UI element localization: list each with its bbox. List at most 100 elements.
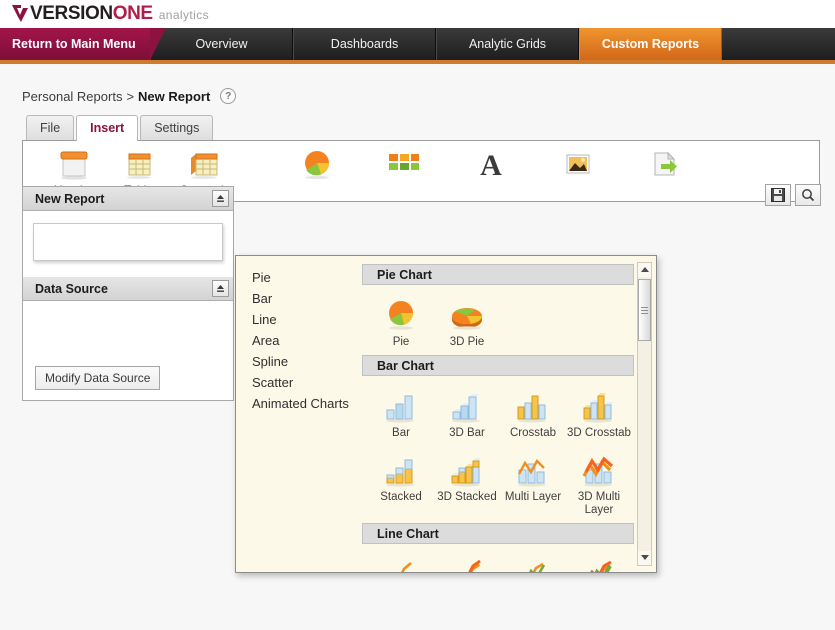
line3d-icon	[448, 554, 486, 572]
chart-option-label: 3D Bar	[449, 427, 485, 439]
line-icon	[382, 554, 420, 572]
collapse-report-button[interactable]	[212, 190, 229, 207]
chart-option-label: Bar	[392, 427, 410, 439]
tab-label: Settings	[154, 121, 200, 135]
chart-category-line[interactable]: Line	[236, 309, 354, 330]
chart-row: Bar 3D Bar Crosstab 3D Crosstab	[362, 382, 634, 446]
modify-data-source-button[interactable]: Modify Data Source	[35, 366, 161, 390]
chart-category-bar[interactable]: Bar	[236, 288, 354, 309]
chart-row: Line 3D Line	[362, 550, 634, 572]
chart-option-line-crosstab[interactable]: Crosstab	[500, 554, 566, 572]
nav-return-to-main-menu[interactable]: Return to Main Menu	[0, 28, 150, 60]
tab-settings[interactable]: Settings	[140, 115, 214, 140]
header-icon	[54, 147, 94, 181]
chart-option-label: 3D Multi Layer	[577, 491, 621, 516]
chart-gallery-scrollbar[interactable]	[637, 262, 652, 566]
report-name-input[interactable]	[33, 223, 223, 261]
nav-item-label: Custom Reports	[601, 37, 700, 51]
crosstab-icon	[182, 147, 226, 181]
chart-option-3d-line-crosstab[interactable]: 3D	[566, 554, 632, 572]
chart-category-list: Pie Bar Line Area Spline Scatter Animate…	[236, 256, 354, 572]
tiles-icon	[385, 147, 423, 181]
svg-text:A: A	[480, 149, 502, 180]
versionone-mark-icon	[12, 5, 28, 22]
chart-option-3d-pie[interactable]: 3D Pie	[434, 295, 500, 349]
breadcrumb: Personal Reports > New Report ?	[22, 88, 835, 104]
nav-item-analytic-grids[interactable]: Analytic Grids	[436, 28, 579, 60]
toolbar-item-chart[interactable]	[284, 147, 349, 183]
nav-item-overview[interactable]: Overview	[150, 28, 293, 60]
toolbar-item-text[interactable]: A	[458, 147, 523, 183]
section-title: Bar Chart	[377, 358, 434, 373]
logo-one-text: ONE	[112, 3, 153, 24]
chart-category-spline[interactable]: Spline	[236, 351, 354, 372]
save-button[interactable]	[765, 184, 791, 206]
collapse-data-source-button[interactable]	[212, 280, 229, 297]
chart-type-dropdown: Pie Bar Line Area Spline Scatter Animate…	[235, 255, 657, 573]
chart-option-pie[interactable]: Pie	[368, 295, 434, 349]
chart-option-bar[interactable]: Bar	[368, 386, 434, 440]
main-navigation: Return to Main Menu Overview Dashboards …	[0, 28, 835, 64]
chart-option-label: Crosstab	[509, 427, 557, 439]
chart-option-3d-line[interactable]: 3D Line	[434, 554, 500, 572]
section-header-bar-chart: Bar Chart	[362, 355, 634, 376]
breadcrumb-separator: >	[126, 88, 135, 104]
nav-item-label: Analytic Grids	[468, 37, 547, 51]
line3d-crosstab-icon	[580, 554, 618, 572]
chart-option-stacked[interactable]: Stacked	[368, 450, 434, 517]
breadcrumb-current: New Report	[138, 88, 211, 104]
chart-option-bar-crosstab[interactable]: Crosstab	[500, 386, 566, 440]
panel-title: Data Source	[35, 281, 108, 296]
nav-item-dashboards[interactable]: Dashboards	[293, 28, 436, 60]
chart-option-3d-multi-layer[interactable]: 3D Multi Layer	[566, 450, 632, 517]
tab-insert[interactable]: Insert	[76, 115, 139, 141]
save-icon	[771, 188, 785, 202]
scroll-down-button[interactable]	[638, 551, 651, 565]
breadcrumb-personal-reports[interactable]: Personal Reports	[22, 89, 122, 104]
multilayer3d-icon	[580, 450, 618, 488]
bar3d-crosstab-icon	[580, 386, 618, 424]
chart-category-animated-charts[interactable]: Animated Charts	[236, 393, 354, 414]
chart-category-pie[interactable]: Pie	[236, 267, 354, 288]
chart-option-multi-layer[interactable]: Multi Layer	[500, 450, 566, 517]
chart-option-line[interactable]: Line	[368, 554, 434, 572]
section-header-line-chart: Line Chart	[362, 523, 634, 544]
scrollbar-track[interactable]	[638, 277, 651, 551]
help-icon[interactable]: ?	[220, 88, 237, 104]
collapse-up-icon	[217, 285, 224, 292]
chevron-down-icon	[640, 555, 649, 560]
chart-option-label: Pie	[392, 336, 410, 348]
panel-header-data-source: Data Source	[23, 277, 233, 301]
section-title: Pie Chart	[377, 267, 432, 282]
scrollbar-grip-icon	[641, 305, 648, 316]
pie-icon	[383, 295, 419, 333]
pie3d-icon	[447, 295, 487, 333]
panel-header-new-report: New Report	[23, 187, 233, 211]
top-action-buttons	[765, 184, 821, 206]
left-panel-column: New Report Data Source Modify Data Sourc…	[22, 186, 234, 401]
chevron-up-icon	[640, 267, 649, 272]
bar-icon	[382, 386, 420, 424]
scrollbar-thumb[interactable]	[638, 279, 651, 341]
text-icon: A	[475, 147, 507, 181]
table-icon	[119, 147, 159, 181]
section-title: Line Chart	[377, 526, 439, 541]
toolbar-item-image[interactable]	[545, 147, 610, 183]
chart-option-3d-bar-crosstab[interactable]: 3D Crosstab	[566, 386, 632, 440]
chart-category-area[interactable]: Area	[236, 330, 354, 351]
chart-category-scatter[interactable]: Scatter	[236, 372, 354, 393]
nav-home-slant	[150, 28, 166, 60]
panel-body-new-report	[23, 211, 233, 277]
panel-body-data-source: Modify Data Source	[23, 301, 233, 400]
chart-gallery: Pie Chart Pie 3D Pie Bar Chart Bar 3D Ba…	[354, 256, 656, 572]
scroll-up-button[interactable]	[638, 263, 651, 277]
search-icon	[802, 189, 815, 202]
chart-option-label: 3D Crosstab	[567, 427, 631, 439]
toolbar-item-export[interactable]	[632, 147, 697, 183]
chart-option-3d-bar[interactable]: 3D Bar	[434, 386, 500, 440]
tab-file[interactable]: File	[26, 115, 75, 140]
toolbar-item-tiles[interactable]	[371, 147, 436, 183]
chart-option-3d-stacked[interactable]: 3D Stacked	[434, 450, 500, 517]
nav-item-custom-reports[interactable]: Custom Reports	[579, 28, 722, 60]
search-button[interactable]	[795, 184, 821, 206]
